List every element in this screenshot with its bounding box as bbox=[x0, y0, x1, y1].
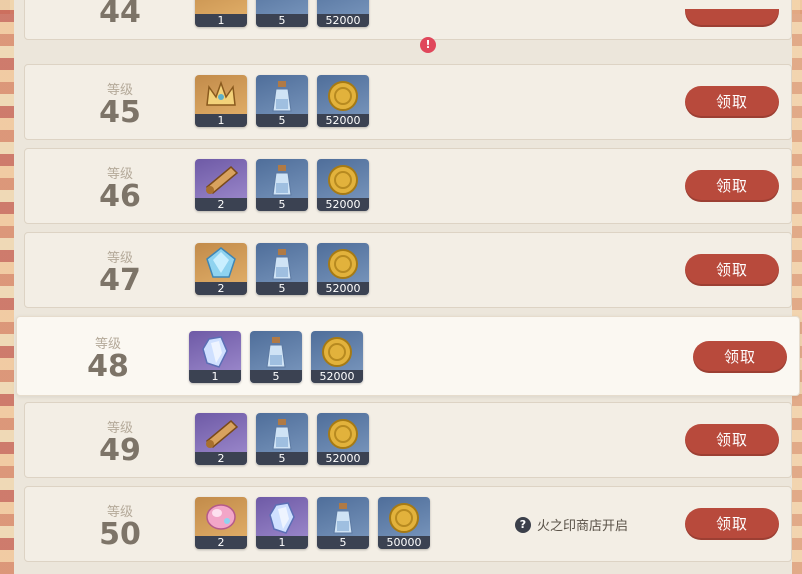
coin-icon bbox=[328, 81, 358, 111]
item-count: 52000 bbox=[317, 114, 369, 127]
item-count: 52000 bbox=[317, 14, 369, 27]
crystal-icon bbox=[269, 502, 295, 534]
level-number: 49 bbox=[99, 433, 141, 468]
coin-icon bbox=[328, 419, 358, 449]
item-count: 5 bbox=[256, 14, 308, 27]
claim-button[interactable]: 领取 bbox=[685, 86, 779, 118]
level-number: 44 bbox=[99, 0, 141, 30]
reward-row-48: 等级 48 1 5 52000 领取 bbox=[16, 316, 800, 396]
help-icon: ? bbox=[515, 516, 531, 533]
coin-icon bbox=[328, 165, 358, 195]
reward-item-crystal[interactable]: 1 bbox=[256, 497, 308, 549]
reward-items: 1 5 52000 bbox=[189, 331, 363, 383]
item-count: 5 bbox=[256, 452, 308, 465]
reward-item-coin[interactable]: 52000 bbox=[317, 0, 369, 27]
coin-icon bbox=[389, 503, 419, 533]
reward-item-bottle[interactable]: 5 bbox=[256, 243, 308, 295]
reward-row-50: 等级 50 2 1 5 50000 ? 火之印商店开启 领取 bbox=[24, 486, 792, 562]
reward-row-44: 等级 44 1 5 52000 bbox=[24, 0, 792, 40]
item-count: 2 bbox=[195, 536, 247, 549]
item-count: 5 bbox=[317, 536, 369, 549]
level-number: 46 bbox=[99, 179, 141, 214]
coin-icon bbox=[322, 337, 352, 367]
reward-items: 2 1 5 50000 bbox=[195, 497, 430, 549]
item-count: 2 bbox=[195, 198, 247, 211]
item-count: 5 bbox=[250, 370, 302, 383]
bottle-icon bbox=[333, 503, 353, 534]
bottle-icon bbox=[272, 419, 292, 450]
scroll-icon bbox=[205, 419, 239, 449]
item-count: 52000 bbox=[317, 452, 369, 465]
item-count: 52000 bbox=[317, 282, 369, 295]
level-number: 47 bbox=[99, 263, 141, 298]
reward-items: 2 5 52000 bbox=[195, 243, 369, 295]
coin-icon bbox=[328, 249, 358, 279]
reward-items: 1 5 52000 bbox=[195, 0, 369, 27]
reward-item-coin[interactable]: 52000 bbox=[311, 331, 363, 383]
reward-item-crown[interactable]: 1 bbox=[195, 0, 247, 27]
reward-item-coin[interactable]: 52000 bbox=[317, 159, 369, 211]
bottle-icon bbox=[272, 165, 292, 196]
item-count: 2 bbox=[195, 452, 247, 465]
reward-item-bottle[interactable]: 5 bbox=[256, 0, 308, 27]
item-count: 1 bbox=[189, 370, 241, 383]
reward-row-46: 等级 46 2 5 52000 领取 bbox=[24, 148, 792, 224]
reward-items: 2 5 52000 bbox=[195, 413, 369, 465]
crystal-icon bbox=[202, 336, 228, 368]
reward-item-bottle[interactable]: 5 bbox=[250, 331, 302, 383]
reward-item-bottle[interactable]: 5 bbox=[256, 159, 308, 211]
decorative-border-right bbox=[792, 0, 802, 574]
reward-row-45: 等级 45 1 5 52000 领取 bbox=[24, 64, 792, 140]
reward-row-47: 等级 47 2 5 52000 领取 bbox=[24, 232, 792, 308]
level-number: 50 bbox=[99, 517, 141, 552]
reward-item-coin[interactable]: 52000 bbox=[317, 75, 369, 127]
shop-unlock-hint[interactable]: ? 火之印商店开启 bbox=[515, 515, 628, 534]
claim-button[interactable]: 领取 bbox=[685, 508, 779, 540]
reward-item-pink-gem[interactable]: 2 bbox=[195, 497, 247, 549]
hint-text: 火之印商店开启 bbox=[537, 519, 629, 534]
reward-item-crown[interactable]: 1 bbox=[195, 75, 247, 127]
reward-items: 1 5 52000 bbox=[195, 75, 369, 127]
item-count: 50000 bbox=[378, 536, 430, 549]
level-rewards-panel: 等级 44 1 5 52000 ! 等级 45 1 5 52000 领取 等级 bbox=[14, 0, 800, 574]
item-count: 5 bbox=[256, 114, 308, 127]
item-count: 1 bbox=[256, 536, 308, 549]
item-count: 52000 bbox=[311, 370, 363, 383]
reward-items: 2 5 52000 bbox=[195, 159, 369, 211]
reward-item-coin[interactable]: 52000 bbox=[317, 243, 369, 295]
reward-item-scroll[interactable]: 2 bbox=[195, 159, 247, 211]
reward-item-scroll[interactable]: 2 bbox=[195, 413, 247, 465]
claim-button[interactable]: 领取 bbox=[685, 170, 779, 202]
pink-gem-icon bbox=[206, 504, 236, 530]
item-count: 1 bbox=[195, 114, 247, 127]
bottle-icon bbox=[272, 249, 292, 280]
level-number: 45 bbox=[99, 95, 141, 130]
item-count: 5 bbox=[256, 198, 308, 211]
item-count: 5 bbox=[256, 282, 308, 295]
reward-item-coin[interactable]: 50000 bbox=[378, 497, 430, 549]
bottle-icon bbox=[272, 81, 292, 112]
item-count: 52000 bbox=[317, 198, 369, 211]
scroll-icon bbox=[205, 165, 239, 195]
gem-icon bbox=[206, 247, 236, 278]
item-count: 1 bbox=[195, 14, 247, 27]
claim-button[interactable]: 领取 bbox=[693, 341, 787, 373]
reward-item-bottle[interactable]: 5 bbox=[256, 75, 308, 127]
bottle-icon bbox=[266, 337, 286, 368]
notice-alert-icon: ! bbox=[420, 37, 436, 53]
reward-item-crystal[interactable]: 1 bbox=[189, 331, 241, 383]
decorative-border-left bbox=[0, 0, 14, 574]
reward-item-bottle[interactable]: 5 bbox=[256, 413, 308, 465]
reward-item-bottle[interactable]: 5 bbox=[317, 497, 369, 549]
item-count: 2 bbox=[195, 282, 247, 295]
crown-icon bbox=[206, 80, 236, 106]
claim-button[interactable]: 领取 bbox=[685, 424, 779, 456]
claim-button[interactable]: 领取 bbox=[685, 254, 779, 286]
reward-item-coin[interactable]: 52000 bbox=[317, 413, 369, 465]
claim-button[interactable] bbox=[685, 9, 779, 27]
reward-row-49: 等级 49 2 5 52000 领取 bbox=[24, 402, 792, 478]
level-number: 48 bbox=[87, 349, 129, 384]
reward-item-gem[interactable]: 2 bbox=[195, 243, 247, 295]
